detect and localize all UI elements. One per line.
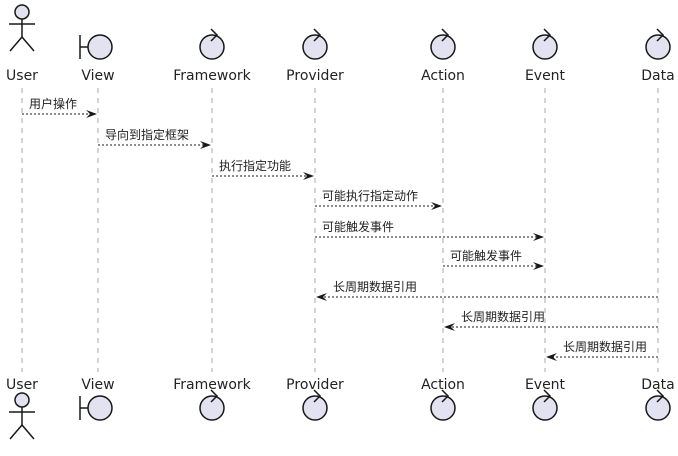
top-control-framework-icon xyxy=(199,28,225,60)
top-control-provider-icon xyxy=(302,28,328,60)
bottom-actor-user-icon xyxy=(9,392,35,440)
participant-label-top-provider: Provider xyxy=(286,68,344,84)
participant-label-bottom-framework: Framework xyxy=(173,377,251,393)
message-label: 导向到指定框架 xyxy=(105,127,189,142)
participant-label-top-user: User xyxy=(6,68,38,84)
participant-label-top-framework: Framework xyxy=(173,68,251,84)
message-data-to-event: 长周期数据引用 xyxy=(546,339,658,361)
message-label: 长周期数据引用 xyxy=(461,309,545,324)
message-label: 可能触发事件 xyxy=(322,219,394,234)
message-label: 用户操作 xyxy=(29,96,77,111)
message-provider-to-action: 可能执行指定动作 xyxy=(315,188,442,210)
participant-label-top-event: Event xyxy=(525,68,566,84)
participant-label-bottom-provider: Provider xyxy=(286,377,344,393)
message-framework-to-provider: 执行指定功能 xyxy=(212,158,314,180)
message-provider-to-event: 可能触发事件 xyxy=(315,219,544,241)
bottom-control-event-icon xyxy=(532,389,558,421)
message-label: 可能触发事件 xyxy=(450,248,522,263)
arrowhead-icon xyxy=(200,141,211,149)
message-label: 长周期数据引用 xyxy=(563,339,647,354)
participant-label-bottom-action: Action xyxy=(421,377,465,393)
top-actor-user-icon xyxy=(9,4,35,52)
message-label: 可能执行指定动作 xyxy=(322,188,418,203)
message-view-to-framework: 导向到指定框架 xyxy=(98,127,211,149)
participant-label-top-action: Action xyxy=(421,68,465,84)
bottom-control-data-icon xyxy=(645,389,671,421)
bottom-control-framework-icon xyxy=(199,389,225,421)
bottom-control-action-icon xyxy=(430,389,456,421)
message-action-to-event: 可能触发事件 xyxy=(443,248,544,270)
top-control-event-icon xyxy=(532,28,558,60)
message-data-to-action: 长周期数据引用 xyxy=(444,309,658,331)
message-label: 执行指定功能 xyxy=(219,158,291,173)
participant-label-bottom-user: User xyxy=(6,377,38,393)
arrowhead-icon xyxy=(533,262,544,270)
bottom-control-provider-icon xyxy=(302,389,328,421)
message-label: 长周期数据引用 xyxy=(333,279,417,294)
message-data-to-provider: 长周期数据引用 xyxy=(316,279,658,301)
participant-label-bottom-data: Data xyxy=(641,377,674,393)
bottom-boundary-view-icon xyxy=(79,395,113,421)
top-boundary-view-icon xyxy=(79,34,113,60)
top-control-action-icon xyxy=(430,28,456,60)
participant-label-bottom-event: Event xyxy=(525,377,566,393)
arrowhead-icon xyxy=(533,233,544,241)
participant-label-bottom-view: View xyxy=(81,377,114,393)
arrowhead-icon xyxy=(546,353,557,361)
participant-label-top-view: View xyxy=(81,68,114,84)
message-user-to-view: 用户操作 xyxy=(22,96,97,118)
participant-label-top-data: Data xyxy=(641,68,674,84)
sequence-diagram: User User View View Framework Framework Provid… xyxy=(6,4,675,440)
top-control-data-icon xyxy=(645,28,671,60)
